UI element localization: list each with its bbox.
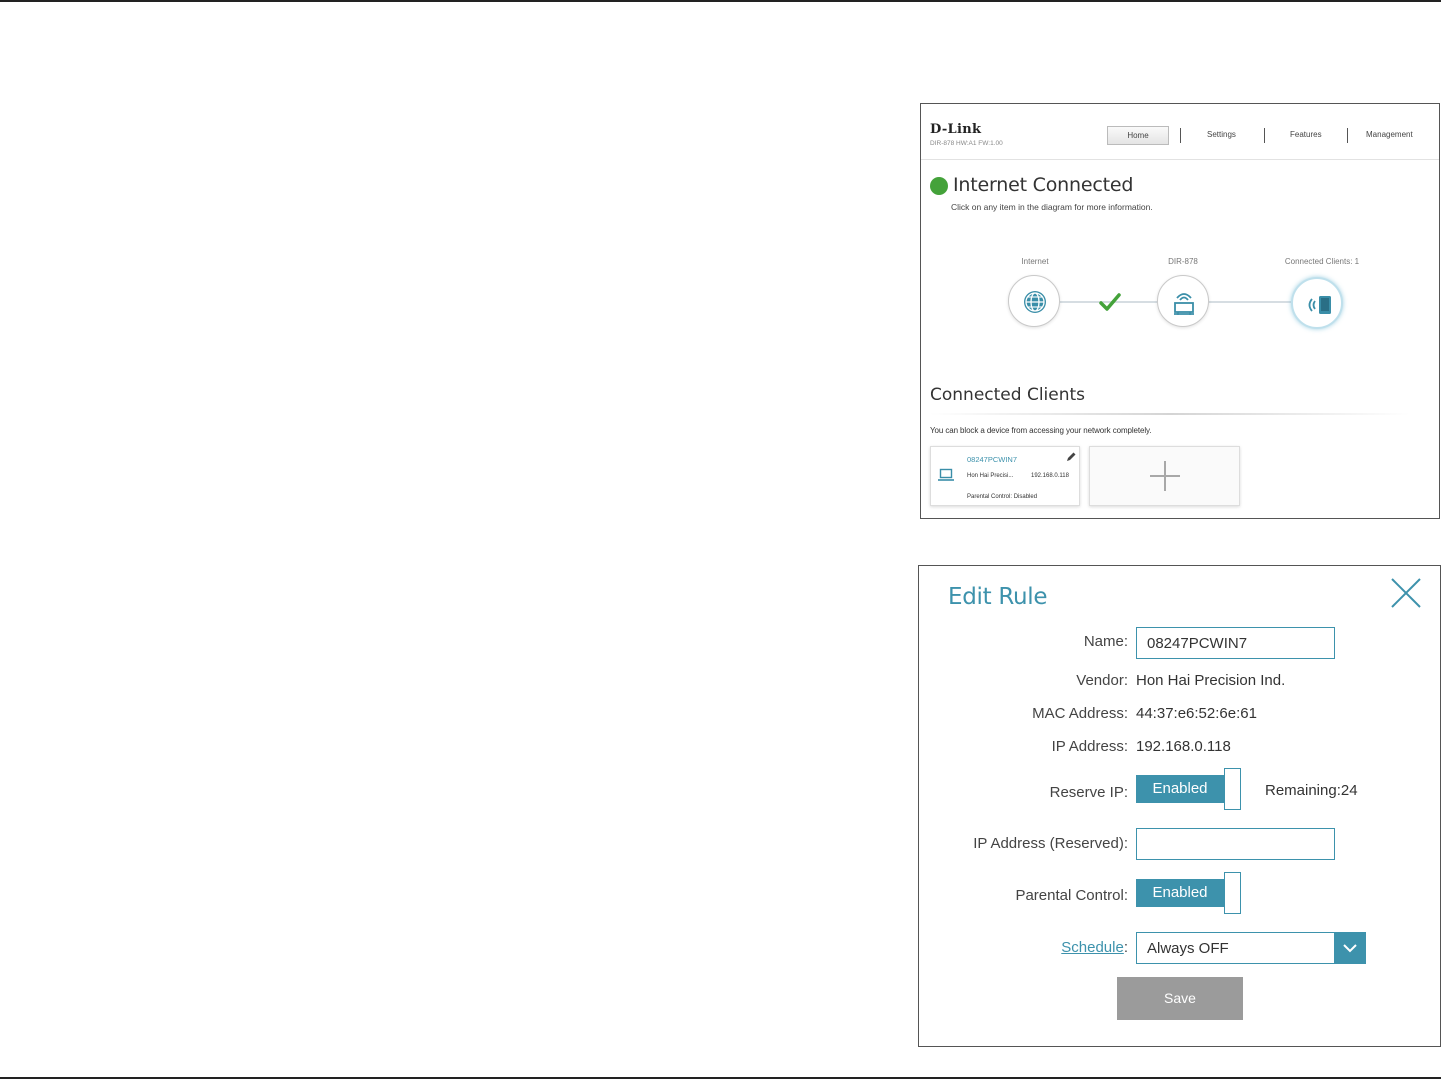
schedule-link[interactable]: Schedule (1061, 939, 1124, 956)
reserve-ip-toggle[interactable]: Enabled (1136, 768, 1241, 810)
internet-label: Internet (1021, 257, 1049, 266)
add-client-button[interactable] (1089, 446, 1240, 506)
document-page: D-Link DIR-878 HW:A1 FW:1.00 Home Settin… (0, 0, 1441, 1081)
client-parental-status: Parental Control: Disabled (967, 494, 1038, 500)
edit-rule-dialog: Edit Rule Name: Vendor: Hon Hai Precisio… (918, 565, 1441, 1047)
bottom-rule (0, 1077, 1441, 1079)
name-input[interactable] (1136, 627, 1335, 659)
top-rule (0, 0, 1441, 2)
router-icon (1174, 293, 1194, 315)
dlink-logo: D-Link (930, 122, 982, 137)
client-vendor: Hon Hai Precisi... (967, 473, 1014, 479)
ip-reserved-input[interactable] (1136, 828, 1335, 860)
nav-separator (1347, 128, 1348, 143)
nav-features[interactable]: Features (1290, 130, 1322, 139)
client-card[interactable]: 08247PCWIN7 Hon Hai Precisi... 192.168.0… (930, 446, 1080, 506)
client-ip: 192.168.0.118 (1031, 473, 1069, 479)
section-divider (930, 413, 1410, 415)
mac-value: 44:37:e6:52:6e:61 (1136, 705, 1257, 722)
vendor-value: Hon Hai Precision Ind. (1136, 672, 1286, 689)
reserve-ip-label: Reserve IP: (1049, 784, 1128, 801)
clients-node[interactable] (1291, 277, 1343, 329)
router-label: DIR-878 (1168, 257, 1198, 266)
status-indicator-icon (930, 177, 948, 195)
status-title: Internet Connected (953, 174, 1134, 196)
pencil-icon[interactable] (1065, 451, 1077, 463)
check-icon (1099, 293, 1121, 311)
name-label: Name: (1083, 633, 1128, 650)
nav-settings[interactable]: Settings (1207, 130, 1236, 139)
plus-icon (1164, 461, 1166, 491)
client-name: 08247PCWIN7 (967, 455, 1018, 464)
header-bar: D-Link DIR-878 HW:A1 FW:1.00 Home Settin… (921, 104, 1439, 160)
internet-node[interactable] (1008, 275, 1060, 327)
status-hint: Click on any item in the diagram for mor… (951, 202, 1153, 212)
connected-clients-title: Connected Clients (930, 385, 1086, 405)
toggle-state: Enabled (1136, 879, 1224, 907)
remaining-count: Remaining:24 (1265, 782, 1358, 799)
close-icon[interactable] (1389, 576, 1423, 610)
laptop-icon (938, 468, 954, 481)
nav-management[interactable]: Management (1366, 130, 1413, 139)
schedule-colon: : (1123, 939, 1128, 956)
parental-control-label: Parental Control: (1015, 887, 1128, 904)
dropdown-button[interactable] (1334, 932, 1366, 964)
save-button[interactable]: Save (1117, 977, 1243, 1020)
router-node[interactable] (1157, 275, 1209, 327)
toggle-state: Enabled (1136, 775, 1224, 803)
toggle-knob[interactable] (1224, 768, 1241, 810)
ip-value: 192.168.0.118 (1136, 738, 1231, 755)
schedule-link-wrapper: Schedule: (1061, 939, 1128, 956)
dialog-title: Edit Rule (948, 584, 1048, 610)
ip-label: IP Address: (1051, 738, 1128, 755)
vendor-label: Vendor: (1076, 672, 1128, 689)
schedule-value: Always OFF (1147, 940, 1229, 957)
clients-label: Connected Clients: 1 (1284, 257, 1360, 266)
toggle-knob[interactable] (1224, 872, 1241, 914)
parental-control-toggle[interactable]: Enabled (1136, 872, 1241, 914)
nav-home[interactable]: Home (1107, 126, 1169, 145)
nav-separator (1264, 128, 1265, 143)
globe-icon (1024, 291, 1046, 313)
connected-clients-hint: You can block a device from accessing yo… (930, 426, 1152, 435)
wireless-device-icon (1308, 296, 1331, 314)
mac-label: MAC Address: (1032, 705, 1128, 722)
ip-reserved-label: IP Address (Reserved): (973, 835, 1128, 852)
model-info: DIR-878 HW:A1 FW:1.00 (930, 140, 1003, 147)
chevron-down-icon (1343, 944, 1357, 953)
router-home-screenshot: D-Link DIR-878 HW:A1 FW:1.00 Home Settin… (920, 103, 1440, 519)
link-router-clients (1209, 301, 1291, 303)
schedule-select[interactable]: Always OFF (1136, 932, 1366, 964)
nav-separator (1180, 128, 1181, 143)
